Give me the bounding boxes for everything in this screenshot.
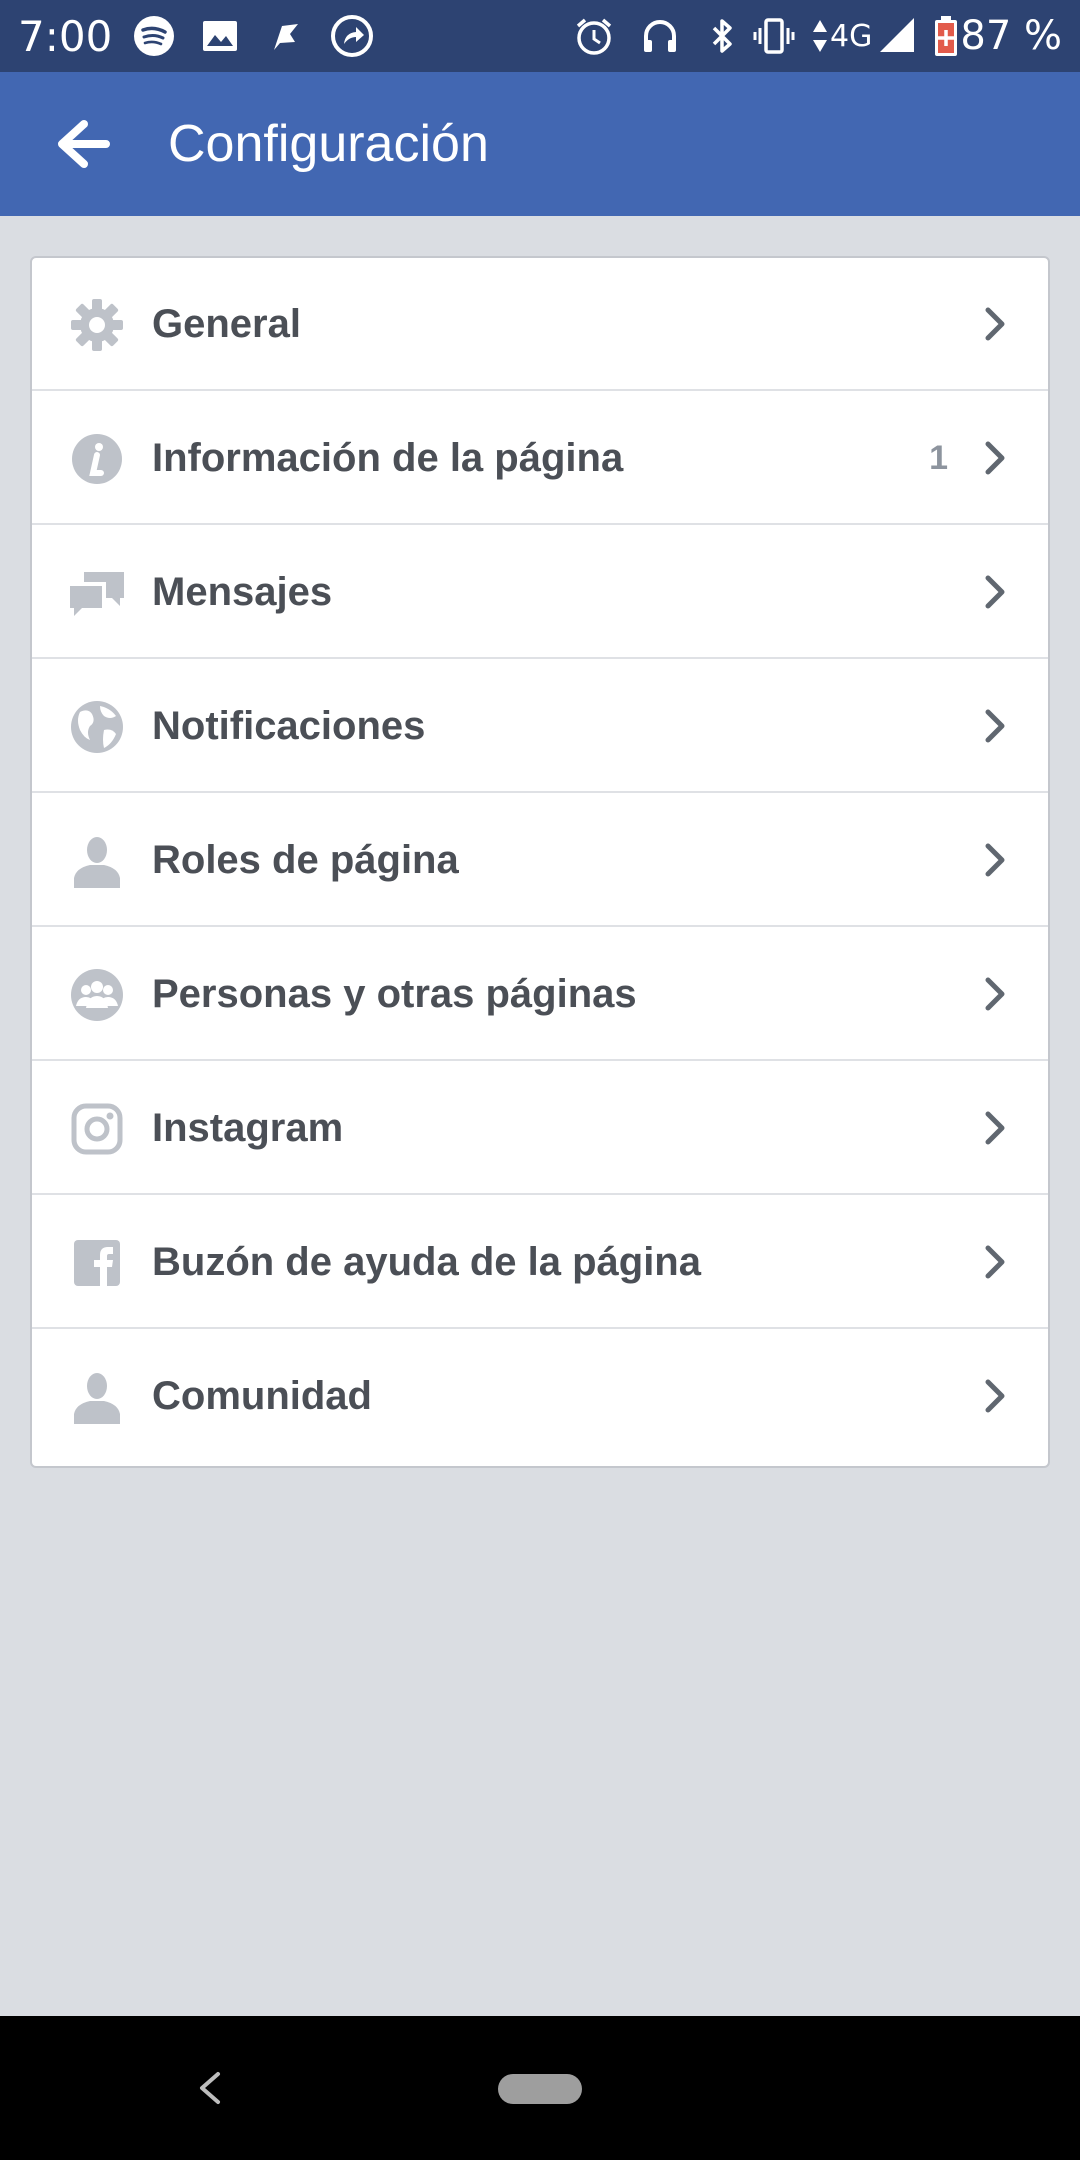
person-icon	[74, 837, 120, 888]
gallery-icon	[203, 21, 237, 51]
arrow-left-icon	[58, 120, 110, 168]
settings-item-label: Mensajes	[152, 570, 333, 614]
network-type: 4G	[830, 18, 873, 54]
page-title: Configuración	[168, 115, 489, 173]
chevron-right-icon	[985, 575, 1005, 609]
settings-item-page-roles[interactable]: Roles de página	[32, 794, 1048, 927]
settings-item-label: Notificaciones	[152, 704, 426, 748]
info-icon	[72, 434, 122, 484]
gear-icon	[71, 299, 123, 351]
navigation-bar	[0, 2016, 1080, 2160]
settings-item-page-info[interactable]: Información de la página 1	[32, 392, 1048, 525]
nav-back-icon[interactable]	[190, 2066, 230, 2110]
settings-list: General Información de la página 1 Mensa…	[30, 256, 1050, 1468]
settings-item-label: Personas y otras páginas	[152, 972, 637, 1016]
settings-item-people-and-pages[interactable]: Personas y otras páginas	[32, 928, 1048, 1061]
settings-item-community[interactable]: Comunidad	[32, 1330, 1048, 1463]
settings-item-instagram[interactable]: Instagram	[32, 1062, 1048, 1195]
app-bar: Configuración	[0, 72, 1080, 216]
settings-item-label: Roles de página	[152, 838, 459, 882]
person-icon	[74, 1373, 120, 1424]
signal-icon	[880, 18, 914, 52]
share-app-icon	[331, 15, 373, 57]
settings-item-label: Buzón de ayuda de la página	[152, 1240, 701, 1284]
data-arrows-icon	[813, 20, 827, 52]
chevron-right-icon	[985, 307, 1005, 341]
alarm-icon	[576, 18, 612, 55]
status-bar: 7:00 4G 87 %	[0, 0, 1080, 72]
battery-icon	[935, 16, 957, 56]
chevron-right-icon	[985, 977, 1005, 1011]
settings-item-label: Instagram	[152, 1106, 344, 1150]
spotify-icon	[134, 16, 174, 56]
chevron-right-icon	[985, 1379, 1005, 1413]
settings-item-messages[interactable]: Mensajes	[32, 526, 1048, 659]
settings-item-label: Comunidad	[152, 1374, 372, 1418]
chevron-right-icon	[985, 441, 1005, 475]
settings-item-general[interactable]: General	[32, 258, 1048, 391]
nav-home-button[interactable]	[498, 2074, 582, 2104]
people-icon	[71, 969, 123, 1021]
settings-item-notifications[interactable]: Notificaciones	[32, 660, 1048, 793]
instagram-icon	[71, 1103, 123, 1155]
settings-item-label: General	[152, 302, 301, 346]
chevron-right-icon	[985, 1245, 1005, 1279]
status-time: 7:00	[18, 11, 113, 61]
chat-bubbles-icon	[70, 572, 124, 616]
chevron-right-icon	[985, 709, 1005, 743]
headphones-icon	[644, 20, 676, 52]
chevron-right-icon	[985, 1111, 1005, 1145]
settings-item-badge: 1	[929, 439, 948, 477]
settings-item-page-support-inbox[interactable]: Buzón de ayuda de la página	[32, 1196, 1048, 1329]
back-button[interactable]	[40, 108, 130, 180]
bluetooth-icon	[712, 19, 732, 53]
chevron-right-icon	[985, 843, 1005, 877]
vibrate-icon	[753, 18, 795, 54]
globe-icon	[71, 701, 123, 753]
flag-icon	[274, 24, 298, 50]
facebook-icon	[74, 1240, 120, 1286]
settings-item-label: Información de la página	[152, 436, 624, 480]
battery-percentage: 87 %	[960, 13, 1062, 59]
